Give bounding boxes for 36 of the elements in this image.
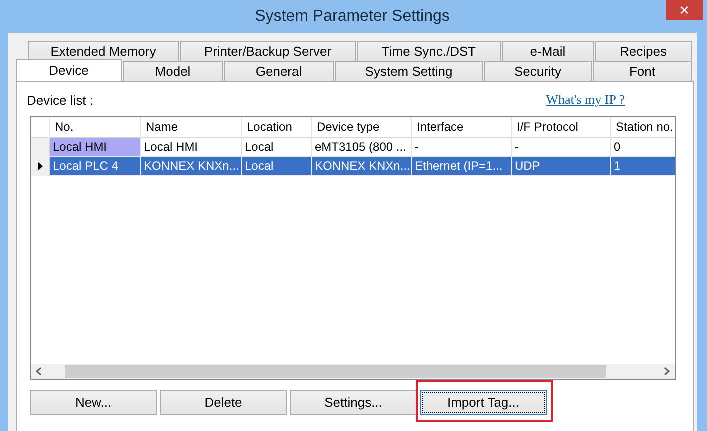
tab[interactable]: e-Mail <box>502 41 594 61</box>
tab[interactable]: Extended Memory <box>28 41 179 61</box>
tab[interactable]: System Setting <box>335 61 483 81</box>
table-cell: Local HMI <box>50 138 141 157</box>
table-row[interactable]: Local PLC 4 KONNEX KNXn... Local KONNEX KNXn... Ethernet (IP=1... UDP 1 <box>31 157 675 176</box>
column-header[interactable]: I/F Protocol <box>512 117 611 138</box>
tab[interactable]: General <box>224 61 334 81</box>
column-header[interactable]: Location <box>242 117 312 138</box>
tab[interactable]: Recipes <box>595 41 692 61</box>
device-list-label: Device list : <box>27 92 94 108</box>
close-button[interactable]: ✕ <box>666 0 703 20</box>
whats-my-ip-link[interactable]: What's my IP ? <box>546 92 625 108</box>
tab[interactable]: Device <box>16 59 122 81</box>
action-button[interactable]: New... <box>30 390 157 415</box>
column-header[interactable]: Interface <box>412 117 512 138</box>
column-header[interactable]: Device type <box>312 117 412 138</box>
window-title: System Parameter Settings <box>255 8 450 26</box>
column-header[interactable]: Name <box>141 117 242 138</box>
table-cell: 1 <box>611 157 675 176</box>
tab[interactable]: Time Sync./DST <box>357 41 501 61</box>
column-header[interactable]: No. <box>50 117 141 138</box>
table-cell: UDP <box>512 157 611 176</box>
action-button[interactable]: Settings... <box>290 390 417 415</box>
table-cell: Local PLC 4 <box>50 157 141 176</box>
table-cell: Ethernet (IP=1... <box>412 157 512 176</box>
row-header[interactable] <box>31 157 50 176</box>
tab[interactable]: Model <box>123 61 223 81</box>
tab[interactable]: Font <box>593 61 692 81</box>
horizontal-scrollbar[interactable] <box>31 364 675 379</box>
tab[interactable]: Security <box>484 61 592 81</box>
action-button[interactable]: Import Tag... <box>420 390 547 415</box>
table-cell: KONNEX KNXn... <box>141 157 242 176</box>
tab[interactable]: Printer/Backup Server <box>180 41 356 61</box>
table-cell: KONNEX KNXn... <box>312 157 412 176</box>
table-cell: Local <box>242 157 312 176</box>
action-button[interactable]: Delete <box>160 390 287 415</box>
